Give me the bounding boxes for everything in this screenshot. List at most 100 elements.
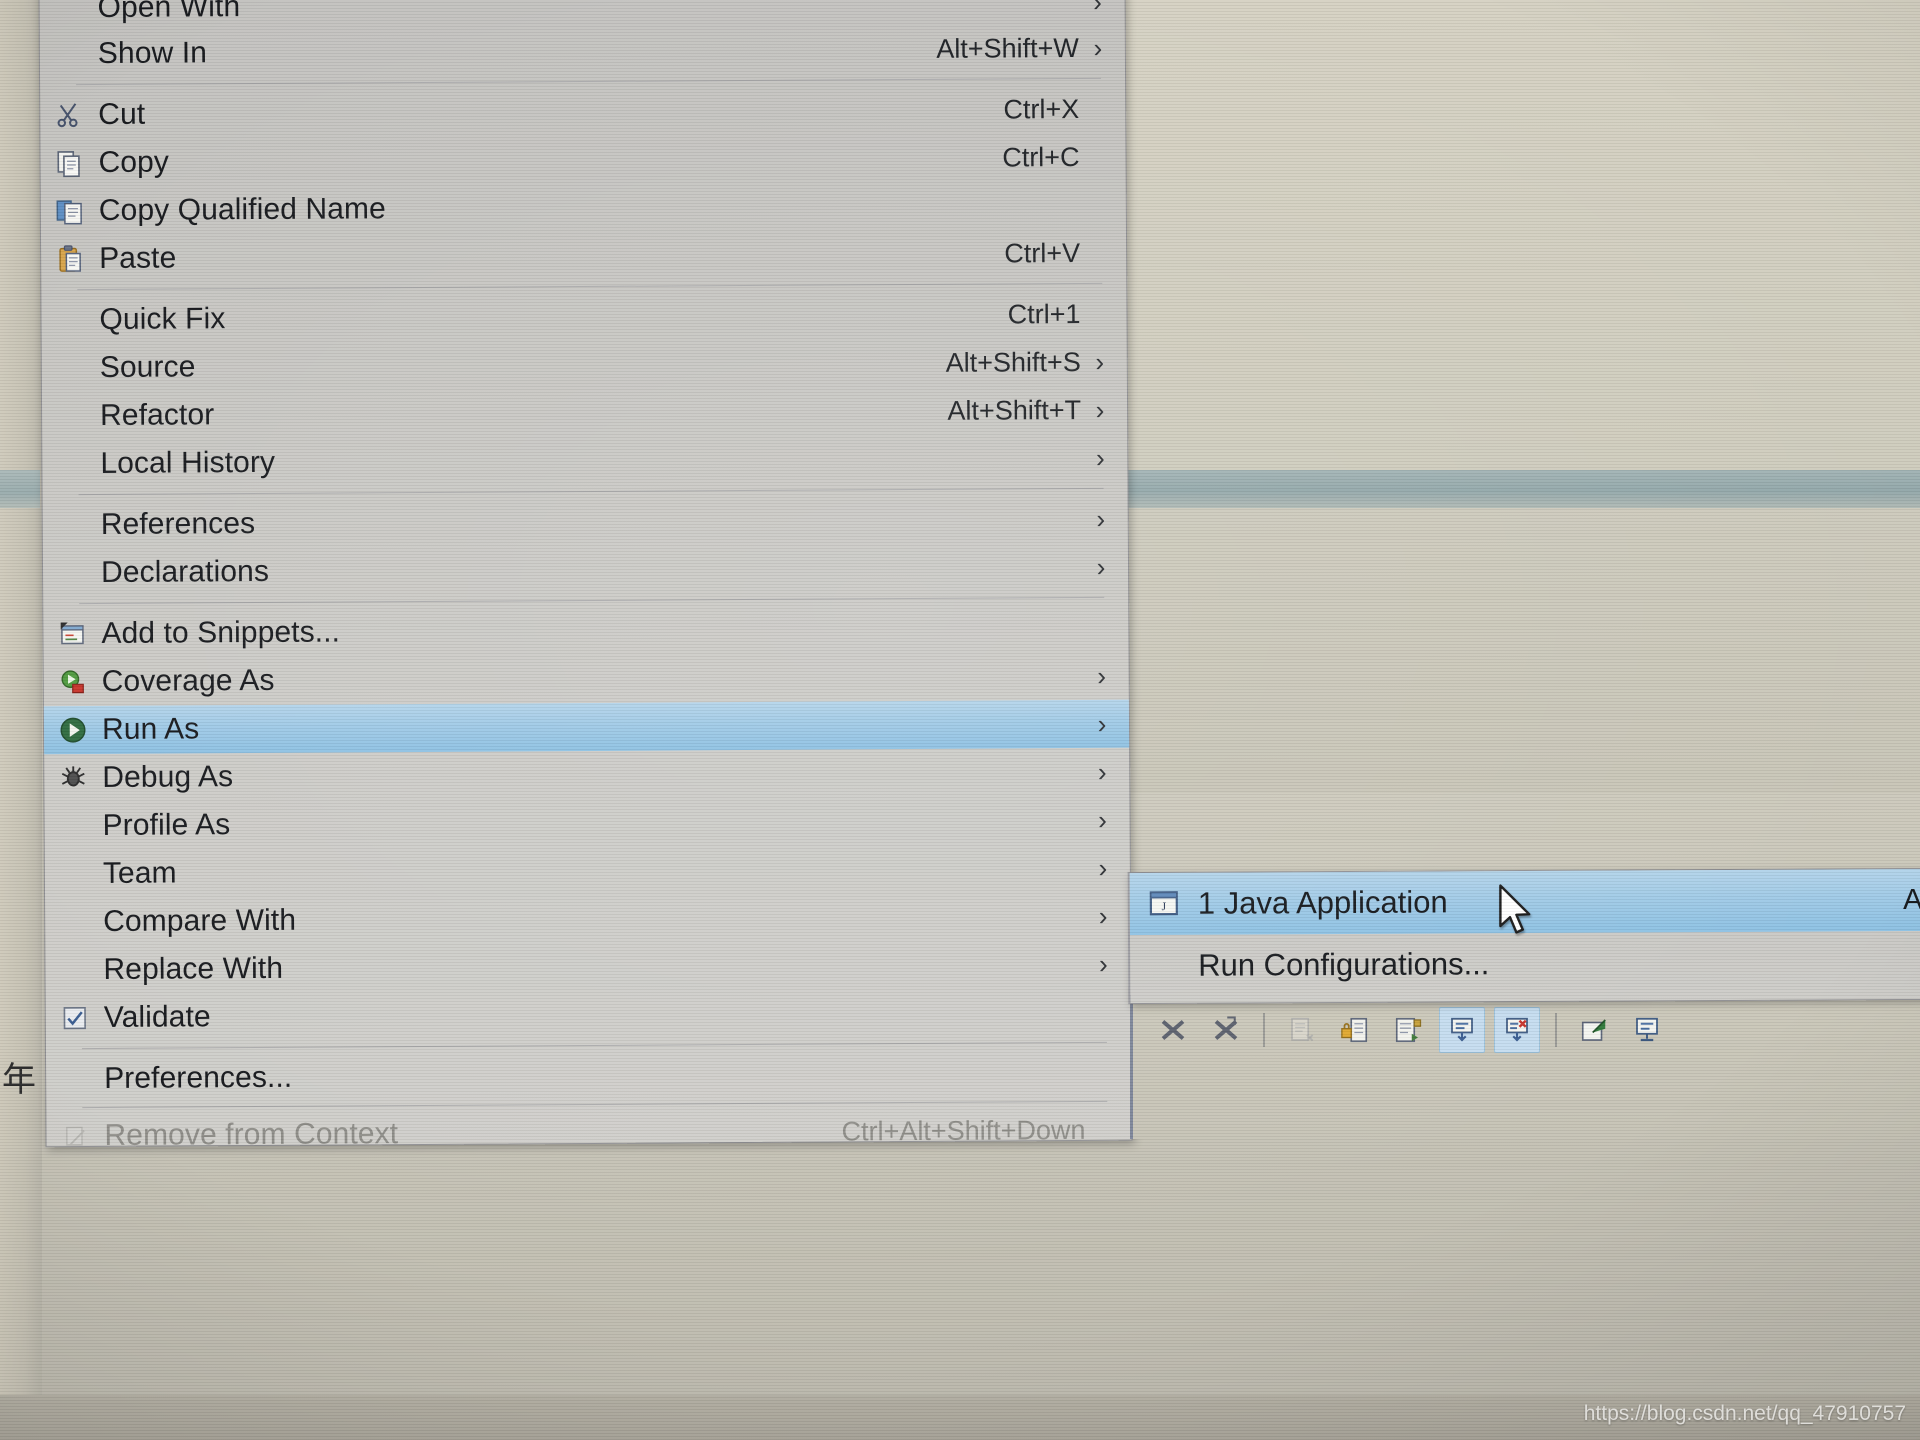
- toolbar-divider: [1555, 1013, 1557, 1047]
- menu-item-replace-with[interactable]: Replace With ›: [45, 940, 1130, 995]
- menu-item-label: Cut: [98, 97, 146, 131]
- photographed-screen: 年 Open With › Show In Alt+Shift+W › Cut …: [0, 0, 1920, 1440]
- menu-item-label: Profile As: [102, 808, 231, 842]
- menu-item-label: Paste: [99, 241, 177, 275]
- copy-qualified-name-icon: [41, 196, 99, 226]
- menu-item-label: Team: [102, 856, 177, 890]
- menu-item-label: Validate: [103, 1000, 211, 1034]
- remove-all-terminated-icon[interactable]: [1204, 1008, 1248, 1052]
- coverage-icon: [44, 668, 102, 696]
- show-console-on-error-icon[interactable]: [1494, 1007, 1540, 1053]
- chevron-right-icon: ›: [1096, 503, 1106, 534]
- menu-item-references[interactable]: References ›: [43, 495, 1128, 550]
- menu-item-local-history[interactable]: Local History ›: [42, 434, 1127, 489]
- menu-item-refactor[interactable]: Refactor Alt+Shift+T ›: [42, 386, 1127, 441]
- menu-item-label: Compare With: [103, 903, 297, 938]
- menu-item-accel: Ctrl+V: [1004, 237, 1081, 268]
- svg-text:J: J: [1162, 900, 1167, 913]
- margin-chinese-glyph: 年: [2, 1060, 36, 1100]
- debug-icon: [44, 763, 102, 793]
- menu-item-label: Open With: [97, 0, 241, 24]
- chevron-right-icon: ›: [1099, 948, 1108, 979]
- menu-separator: [79, 596, 1105, 605]
- menu-item-copy[interactable]: Copy Ctrl+C: [40, 133, 1125, 188]
- paste-icon: [41, 244, 99, 274]
- copy-icon: [40, 148, 98, 178]
- chevron-right-icon: ›: [1095, 442, 1105, 473]
- menu-item-coverage-as[interactable]: Coverage As ›: [44, 652, 1129, 707]
- chevron-right-icon: ›: [1097, 756, 1107, 787]
- left-highlight-band: [0, 470, 40, 508]
- chevron-right-icon: ›: [1093, 0, 1102, 17]
- terminate-icon[interactable]: [1151, 1008, 1195, 1052]
- chevron-right-icon: ›: [1098, 804, 1107, 835]
- menu-item-label: Replace With: [103, 951, 284, 986]
- chevron-right-icon: ›: [1095, 346, 1105, 377]
- menu-item-cut[interactable]: Cut Ctrl+X: [40, 85, 1125, 140]
- menu-item-debug-as[interactable]: Debug As ›: [44, 748, 1129, 803]
- menu-item-accel: Ctrl+1: [1007, 298, 1081, 329]
- menu-item-label: Copy: [98, 145, 170, 179]
- chevron-right-icon: ›: [1098, 852, 1108, 883]
- menu-item-accel: Ctrl+Alt+Shift+Down: [841, 1114, 1086, 1146]
- chevron-right-icon: ›: [1093, 32, 1103, 63]
- scroll-lock-icon[interactable]: [1333, 1008, 1377, 1052]
- menu-item-accel: Alt+Shift+W: [936, 32, 1079, 64]
- toolbar-divider: [1263, 1013, 1265, 1047]
- chevron-right-icon: ›: [1097, 660, 1107, 691]
- menu-item-label: Copy Qualified Name: [98, 192, 386, 227]
- menu-item-remove-from-context: Remove from Context Ctrl+Alt+Shift+Down: [46, 1106, 1131, 1161]
- left-margin-strip: [0, 0, 42, 1440]
- submenu-item-accel: Al: [1902, 883, 1920, 916]
- menu-item-source[interactable]: Source Alt+Shift+S ›: [42, 338, 1127, 393]
- menu-item-compare-with[interactable]: Compare With ›: [45, 892, 1130, 947]
- menu-item-label: Quick Fix: [99, 302, 226, 336]
- show-console-on-output-icon[interactable]: [1439, 1007, 1485, 1053]
- console-panel: [1130, 995, 1920, 1139]
- editor-highlight-band: [1125, 470, 1920, 508]
- java-application-icon: J: [1130, 889, 1198, 919]
- menu-item-label: Run As: [101, 712, 200, 746]
- menu-item-label: Coverage As: [101, 663, 275, 698]
- menu-separator: [77, 282, 1103, 291]
- menu-item-label: Add to Snippets...: [101, 615, 341, 650]
- menu-separator: [76, 77, 1102, 86]
- menu-item-label: Refactor: [99, 398, 215, 432]
- menu-item-paste[interactable]: Paste Ctrl+V: [41, 229, 1126, 284]
- menu-item-label: Local History: [100, 445, 276, 480]
- chevron-right-icon: ›: [1096, 551, 1106, 582]
- menu-item-validate[interactable]: Validate: [46, 988, 1131, 1043]
- remove-from-context-icon: [46, 1123, 104, 1149]
- menu-item-label: Declarations: [100, 554, 270, 589]
- menu-item-label: Show In: [97, 36, 208, 70]
- menu-item-label: Remove from Context: [104, 1117, 399, 1152]
- menu-item-add-to-snippets[interactable]: Add to Snippets...: [43, 604, 1128, 659]
- menu-item-label: Source: [99, 350, 196, 384]
- menu-item-team[interactable]: Team ›: [45, 844, 1130, 899]
- menu-item-preferences[interactable]: Preferences...: [46, 1049, 1131, 1104]
- mouse-cursor: [1498, 884, 1538, 945]
- clear-console-icon[interactable]: [1280, 1008, 1324, 1052]
- menu-item-declarations[interactable]: Declarations ›: [43, 543, 1128, 598]
- menu-item-quick-fix[interactable]: Quick Fix Ctrl+1: [41, 290, 1126, 345]
- menu-item-accel: Alt+Shift+T: [947, 394, 1082, 426]
- menu-item-run-as[interactable]: Run As ›: [43, 699, 1130, 755]
- snippets-icon: [43, 620, 101, 648]
- menu-item-accel: Alt+Shift+S: [945, 346, 1081, 378]
- menu-item-show-in[interactable]: Show In Alt+Shift+W ›: [40, 24, 1125, 79]
- run-icon: [44, 715, 102, 745]
- display-selected-console-icon[interactable]: [1625, 1008, 1669, 1052]
- word-wrap-icon[interactable]: [1386, 1008, 1430, 1052]
- menu-separator: [81, 1041, 1107, 1050]
- submenu-item-label: 1 Java Application: [1197, 884, 1448, 921]
- menu-item-accel: Ctrl+X: [1003, 93, 1080, 124]
- chevron-right-icon: ›: [1095, 394, 1105, 425]
- menu-item-accel: Ctrl+C: [1002, 141, 1080, 172]
- menu-item-profile-as[interactable]: Profile As ›: [44, 796, 1129, 851]
- menu-item-copy-qualified-name[interactable]: Copy Qualified Name: [41, 181, 1126, 236]
- context-menu[interactable]: Open With › Show In Alt+Shift+W › Cut Ct…: [38, 0, 1133, 1152]
- chevron-right-icon: ›: [1097, 708, 1107, 739]
- pin-console-icon[interactable]: [1572, 1008, 1616, 1052]
- console-toolbar: [1133, 999, 1920, 1061]
- watermark: https://blog.csdn.net/qq_47910757: [1583, 1402, 1906, 1425]
